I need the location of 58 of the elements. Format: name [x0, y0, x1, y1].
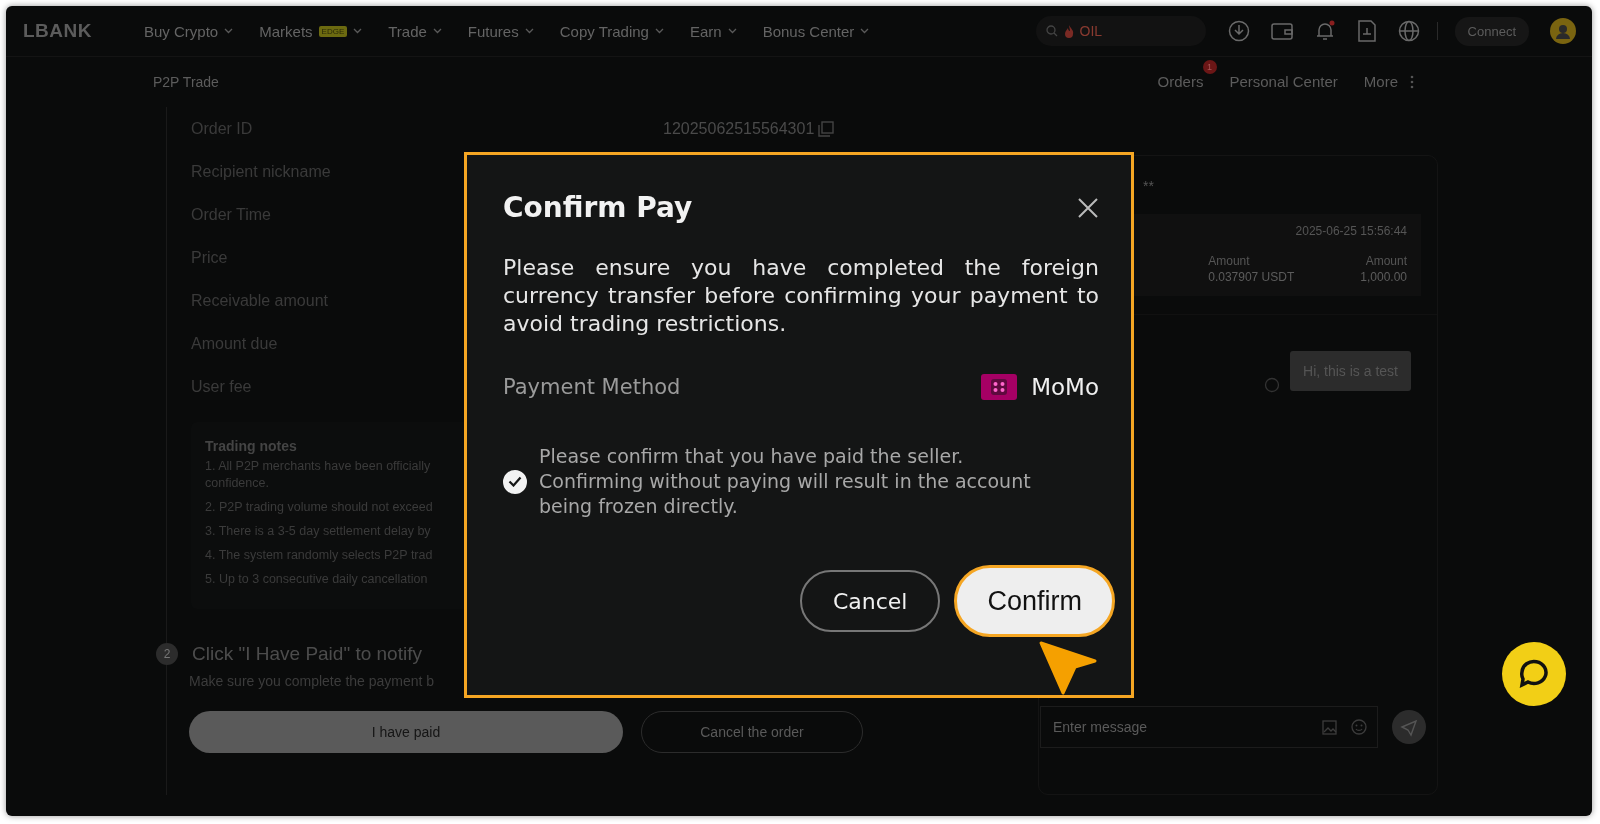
caret-icon [224, 28, 234, 34]
close-icon[interactable] [1077, 196, 1099, 219]
page-title: P2P Trade [153, 74, 219, 90]
caret-icon [727, 28, 737, 34]
globe-icon[interactable] [1397, 20, 1420, 42]
amount-value: 1,000.00 [1360, 270, 1407, 284]
wallet-icon[interactable] [1270, 21, 1293, 41]
amount-value: 0.037907 USDT [1208, 270, 1295, 284]
caret-icon [860, 28, 870, 34]
confirm-button[interactable]: Confirm [954, 565, 1115, 637]
agreement-text: Please confirm that you have paid the seller. Confirming without paying will result in the account being frozen directly. [539, 444, 1032, 519]
subnav-link[interactable]: More [1363, 73, 1398, 90]
fire-icon [1063, 24, 1074, 38]
amount-label: Amount [1365, 254, 1407, 268]
payment-method-label: Payment Method [503, 375, 681, 399]
paid-button[interactable]: I have paid [189, 711, 623, 753]
dialog-message: Please ensure you have completed the foreign currency transfer before confirming your payment to avoid trading restrictions. [503, 254, 1099, 338]
notes-title: Trading notes [205, 438, 298, 454]
count-badge: 1 [1202, 60, 1217, 74]
amount-label: Amount [1208, 254, 1251, 268]
caret-icon [524, 28, 534, 34]
document-icon[interactable] [1356, 20, 1377, 42]
caret-icon [353, 28, 363, 34]
dialog-title: Confirm Pay [503, 191, 693, 224]
masked-name: ** [1143, 178, 1155, 194]
cursor-arrow-icon [1037, 639, 1097, 697]
chat-support-button[interactable] [1502, 642, 1566, 706]
momo-logo-icon [981, 374, 1018, 400]
order-id-value: 12025062515564301 [663, 119, 815, 138]
message-box[interactable]: Enter message [1040, 706, 1378, 748]
download-icon[interactable] [1227, 20, 1250, 42]
search-icon [1045, 25, 1058, 37]
order-time: 2025-06-25 15:56:44 [1295, 224, 1407, 238]
nav-menu-item[interactable]: Buy Crypto [144, 22, 234, 40]
subnav-link[interactable]: Personal Center [1229, 73, 1338, 90]
nav-menu-item[interactable]: Trade [388, 22, 442, 40]
search-field[interactable]: OIL [1079, 23, 1180, 39]
agreement-checkbox[interactable] [503, 469, 527, 494]
more-icon[interactable] [1410, 75, 1414, 89]
nav-menu-item[interactable]: Copy Trading [559, 22, 664, 40]
step-title: Click "I Have Paid" to notify [192, 643, 422, 665]
connect-button[interactable]: Connect [1454, 16, 1529, 46]
status-circle-icon [1264, 377, 1281, 393]
avatar-icon[interactable] [1550, 18, 1576, 44]
step-number: 2 [156, 643, 178, 665]
payment-method-name: MoMo [1031, 374, 1099, 400]
cancel-button[interactable]: Cancel [799, 570, 941, 632]
nav-menu-item[interactable]: Earn [689, 22, 737, 40]
send-button[interactable] [1392, 710, 1426, 744]
nav-menu-item[interactable]: Futures [467, 22, 534, 40]
nav-menu-item[interactable]: Bonus Center [762, 22, 870, 40]
caret-icon [654, 28, 664, 34]
check-icon [508, 476, 522, 487]
caret-icon [432, 28, 442, 34]
message-input[interactable]: Enter message [1051, 718, 1308, 736]
subnav-link[interactable]: Orders [1157, 73, 1204, 90]
logo[interactable]: LBANK [23, 20, 92, 42]
search-bar[interactable]: OIL [1035, 16, 1206, 46]
